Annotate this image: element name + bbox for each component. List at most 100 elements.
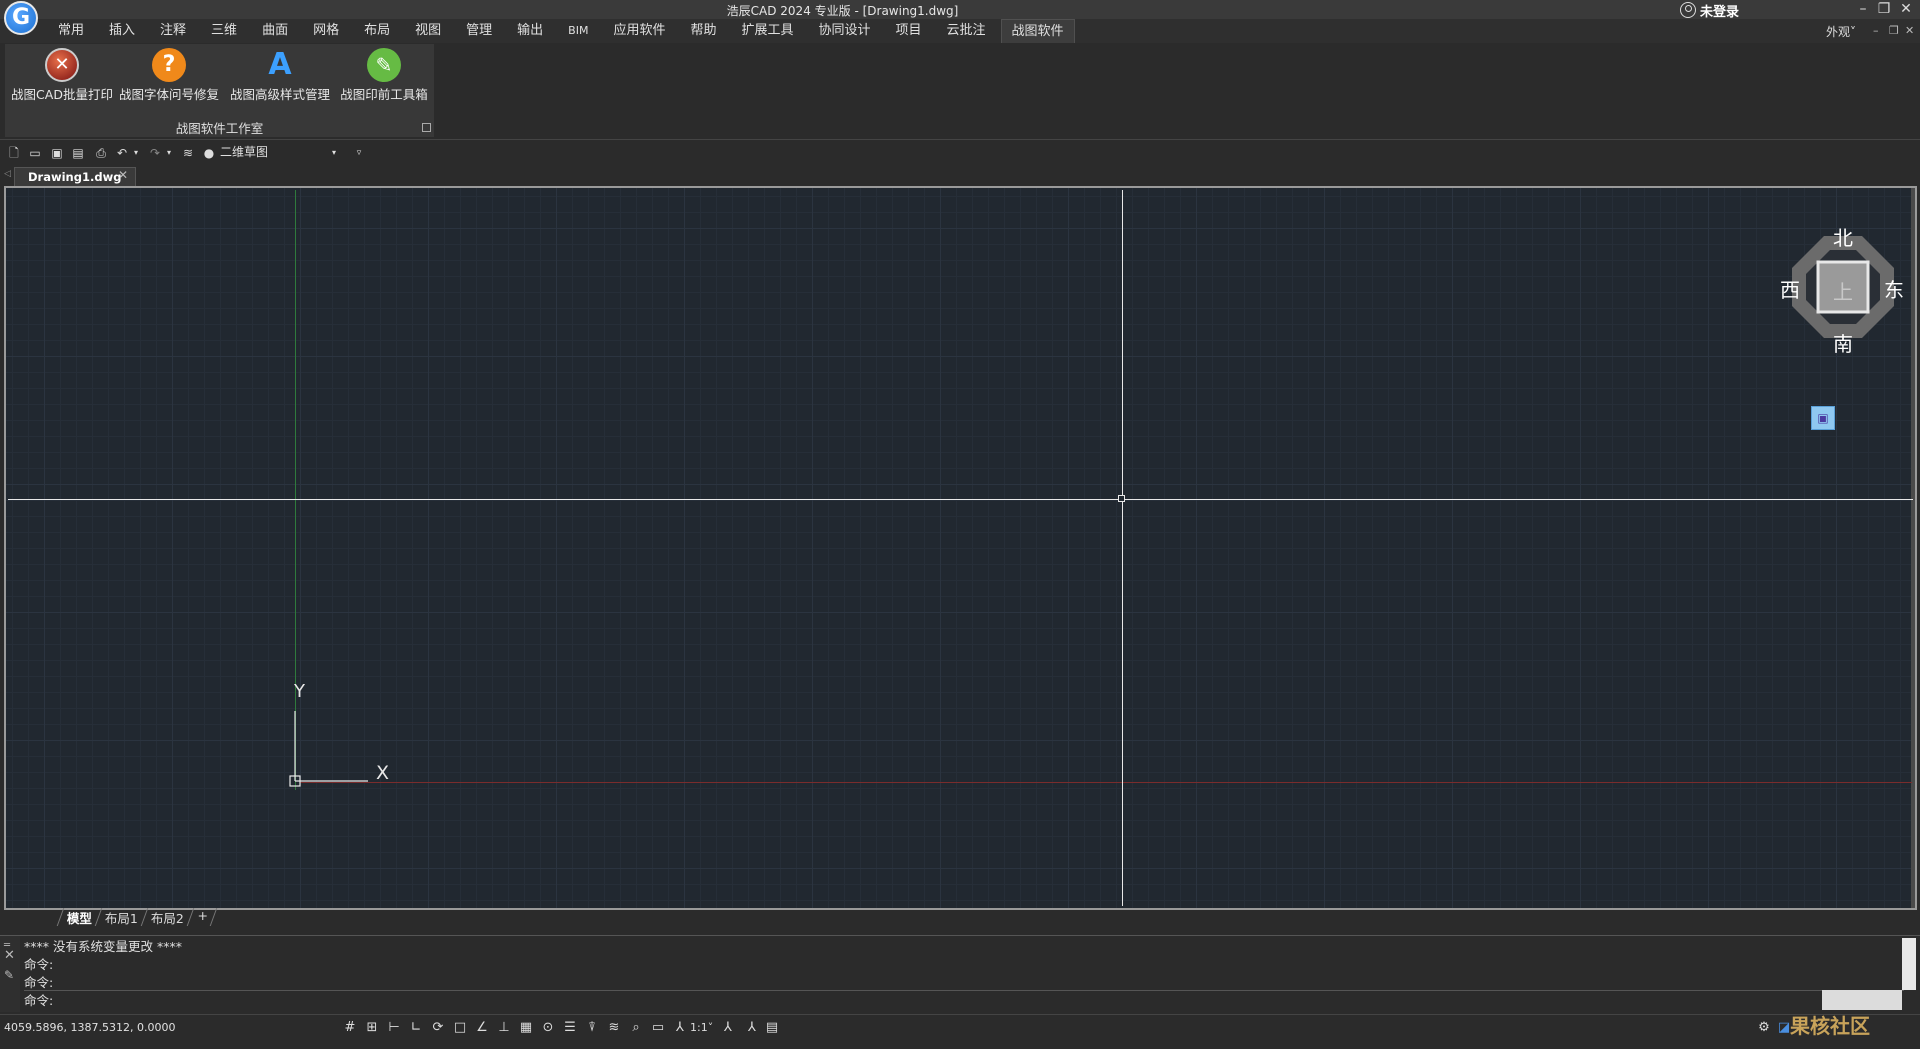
save-as-icon[interactable]: ▤ [71,146,85,160]
redo-icon[interactable]: ↷ [148,146,162,160]
viewcube-east[interactable]: 东 [1884,274,1904,303]
grid-display-icon[interactable]: # [342,1020,358,1036]
minimize-button[interactable]: – [1853,0,1873,18]
tab-collaboration[interactable]: 协同设计 [808,19,880,43]
chevron-down-icon: ˅ [1850,25,1857,39]
crosshair-horizontal [8,499,1913,500]
wrench-icon: ✎ [367,48,401,82]
tab-3d[interactable]: 三维 [201,19,247,43]
close-icon[interactable]: ✕ [118,168,128,182]
ucs-y-label: Y [294,681,305,702]
workspace-dropdown[interactable]: 二维草图 ▾ [220,144,344,161]
tab-help[interactable]: 帮助 [680,19,726,43]
command-scrollbar[interactable] [1902,938,1916,990]
tab-mesh[interactable]: 网格 [303,19,349,43]
tab-apps[interactable]: 应用软件 [603,19,675,43]
annotation-visibility-icon[interactable]: ⅄ [720,1020,736,1036]
preprint-tools-button[interactable]: ✎ 战图印前工具箱 [337,48,431,104]
tab-surface[interactable]: 曲面 [252,19,298,43]
close-icon[interactable]: ✕ [4,948,15,963]
polar-tracking-icon[interactable]: ⟳ [430,1020,446,1036]
appearance-label: 外观 [1826,25,1851,39]
status-bar [0,1014,1920,1049]
save-icon[interactable]: ▣ [50,146,64,160]
settings-gear-icon[interactable]: ⚙ [1756,1020,1772,1036]
print-icon[interactable]: ⎙ [94,146,108,160]
tab-cloud-annotate[interactable]: 云批注 [937,19,996,43]
snap-tracking-icon[interactable]: ∠ [474,1020,490,1036]
user-login[interactable]: 未登录 [1680,1,1740,20]
drawing-canvas[interactable] [6,188,1915,908]
new-file-icon[interactable]: 🗋 [7,146,21,160]
restore-button[interactable]: ❐ [1874,0,1894,18]
viewcube-north[interactable]: 北 [1784,222,1902,251]
tab-view[interactable]: 视图 [405,19,451,43]
coordinates-readout[interactable]: 4059.5896, 1387.5312, 0.0000 [4,1021,175,1034]
customize-icon[interactable]: ✎ [4,968,14,982]
add-layout-button[interactable]: + [186,908,218,926]
properties-icon[interactable]: ▤ [764,1020,780,1036]
auto-scale-icon[interactable]: ⅄ [744,1020,760,1036]
font-fix-label: 战图字体问号修复 [118,87,219,102]
user-status: 未登录 [1700,4,1740,20]
ribbon-tabs: 常用 插入 注释 三维 曲面 网格 布局 视图 管理 输出 BIM 应用软件 帮… [48,19,1080,43]
lineweight-icon[interactable]: ☰ [562,1020,578,1036]
tab-bim[interactable]: BIM [558,19,598,43]
transparency-icon[interactable]: ▦ [518,1020,534,1036]
open-folder-icon[interactable]: ▭ [28,146,42,160]
ortho-mode-icon[interactable]: ∟ [408,1020,424,1036]
object-snap-icon[interactable]: □ [452,1020,468,1036]
tab-zhantu[interactable]: 战图软件 [1000,19,1075,43]
selection-cycling-icon[interactable]: ⊙ [540,1020,556,1036]
infer-constraints-icon[interactable]: ⊢ [386,1020,402,1036]
tab-manage[interactable]: 管理 [456,19,502,43]
tab-layout2[interactable]: 布局2 [140,908,194,926]
batch-print-icon: ✕ [45,48,79,82]
viewcube-south[interactable]: 南 [1784,328,1902,357]
scale-label: 1:1 [690,1021,708,1034]
snap-mode-icon[interactable]: ⊞ [364,1020,380,1036]
annotation-scale-icon[interactable]: ⅄ [672,1020,688,1036]
viewcube-west[interactable]: 西 [1780,274,1800,303]
batch-print-button[interactable]: ✕ 战图CAD批量打印 [10,48,114,104]
wcs-menu-icon[interactable]: ▣ [1811,406,1835,430]
ucs-x-label: X [376,762,390,784]
doc-minimize-button[interactable]: – [1873,24,1879,37]
customize-toolbar-icon[interactable]: ▿ [352,146,366,160]
tab-extensions[interactable]: 扩展工具 [731,19,803,43]
question-icon: ? [152,48,186,82]
command-scroll-track[interactable] [1822,990,1902,1010]
command-window-handle[interactable]: ═ ✕ ✎ [0,936,20,1012]
redo-dropdown-icon[interactable]: ▾ [162,146,176,160]
undo-dropdown-icon[interactable]: ▾ [129,146,143,160]
tab-annotate[interactable]: 注释 [150,19,196,43]
zoom-icon[interactable]: ⌕ [628,1020,644,1036]
appearance-dropdown[interactable]: 外观˅ [1826,23,1856,40]
viewport-icon[interactable]: ▭ [650,1020,666,1036]
layer-state-icon[interactable]: ≋ [606,1020,622,1036]
undo-icon[interactable]: ↶ [115,146,129,160]
style-manager-button[interactable]: A 战图高级样式管理 [227,48,333,104]
tab-layout1[interactable]: 布局1 [94,908,148,926]
x-axis-line [300,782,1912,783]
annotation-scale-value[interactable]: 1:1˅ [690,1021,713,1034]
tab-layout[interactable]: 布局 [354,19,400,43]
canvas-scrollbar[interactable] [1911,188,1915,908]
tab-home[interactable]: 常用 [48,19,94,43]
doc-restore-button[interactable]: ❐ [1889,24,1899,37]
viewcube[interactable]: 上 北 南 西 东 [1780,226,1904,356]
close-button[interactable]: ✕ [1896,0,1916,18]
tab-project[interactable]: 项目 [886,19,932,43]
font-fix-button[interactable]: ? 战图字体问号修复 [116,48,222,104]
panel-launcher-icon[interactable] [422,123,431,132]
tab-insert[interactable]: 插入 [99,19,145,43]
layers-icon[interactable]: ≋ [181,146,195,160]
doc-close-button[interactable]: ✕ [1905,24,1914,37]
command-input[interactable]: 命令: [24,990,1904,1011]
app-logo-icon[interactable]: G [4,1,38,35]
selection-filter-icon[interactable]: ⍒ [584,1020,600,1036]
tab-output[interactable]: 输出 [507,19,553,43]
dynamic-ucs-icon[interactable]: ⊥ [496,1020,512,1036]
user-icon [1680,2,1696,18]
tab-scroll-left-icon[interactable]: ◁ [4,169,11,179]
